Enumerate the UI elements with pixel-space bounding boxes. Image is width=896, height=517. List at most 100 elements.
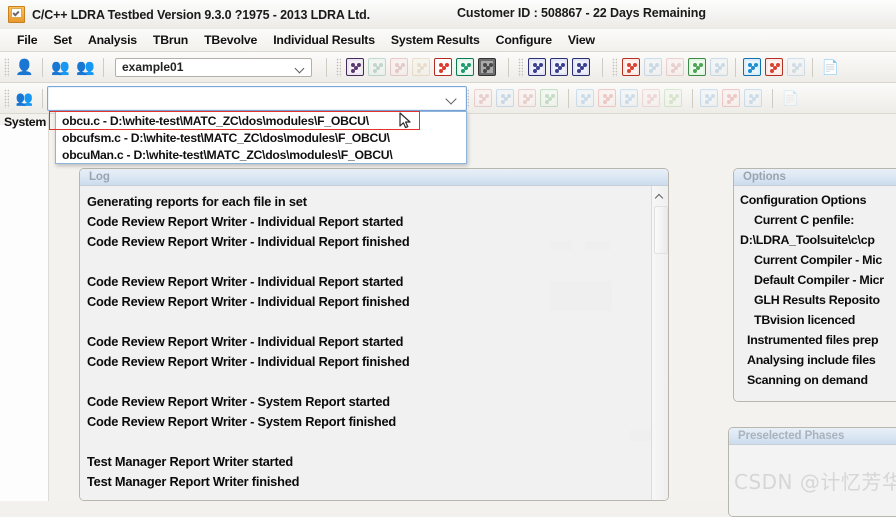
log-line: Code Review Report Writer - System Repor…	[87, 414, 397, 429]
add-set-icon[interactable]: 👥	[51, 58, 70, 77]
system-label: System	[4, 115, 46, 129]
toolbar-grip-icon[interactable]	[336, 57, 341, 77]
menu-item-view[interactable]: View	[560, 31, 603, 49]
system-dataflow-icon[interactable]	[518, 89, 536, 107]
toolbar-group-system-tools	[698, 89, 764, 107]
options-line: Instrumented files prep	[747, 333, 879, 347]
archive-icon[interactable]	[478, 58, 496, 76]
system-merge-icon[interactable]	[722, 89, 740, 107]
dropdown-option-obcuman[interactable]: obcuMan.c - D:\white-test\MATC_ZC\dos\mo…	[56, 147, 466, 164]
log-scrollbar[interactable]	[651, 186, 668, 500]
flowgraph-icon[interactable]	[644, 58, 662, 76]
toolbar-separator	[812, 57, 813, 77]
phases-panel-title: Preselected Phases	[729, 428, 896, 445]
toolbar-grip-icon[interactable]	[518, 57, 523, 77]
toolbar-separator	[42, 88, 43, 108]
customer-info: Customer ID : 508867 - 22 Days Remaining	[457, 6, 706, 20]
individual-report-icon[interactable]	[528, 58, 546, 76]
toolbar-group-system-run	[574, 89, 684, 107]
left-pane-shell	[0, 114, 49, 501]
options-line: Configuration Options	[740, 193, 867, 207]
log-line: Code Review Report Writer - Individual R…	[87, 214, 404, 229]
menu-item-tbrun[interactable]: TBrun	[145, 31, 196, 49]
delete-analysis-icon[interactable]	[434, 58, 452, 76]
quality-review-icon[interactable]	[456, 58, 474, 76]
checkbox-app-icon	[8, 6, 25, 23]
dynamic-analysis-icon[interactable]	[390, 58, 408, 76]
print-report-icon[interactable]: 📄	[821, 58, 840, 77]
structure-icon[interactable]	[688, 58, 706, 76]
options-panel-body: Configuration Options Current C penfile:…	[734, 186, 896, 401]
toolbar-group-analysis	[344, 58, 498, 76]
menu-item-set[interactable]: Set	[45, 31, 80, 49]
options-line: Current Compiler - Mic	[754, 253, 883, 267]
scrollbar-thumb[interactable]	[654, 206, 668, 254]
log-line: Code Review Report Writer - Individual R…	[87, 354, 410, 369]
toolbar-group-reports	[526, 58, 592, 76]
options-line: Current C penfile:	[754, 213, 855, 227]
barchart-icon[interactable]	[765, 58, 783, 76]
testbed-view-icon[interactable]	[743, 58, 761, 76]
menu-item-tbevolve[interactable]: TBevolve	[196, 31, 265, 49]
menu-item-system-results[interactable]: System Results	[383, 31, 488, 49]
preselected-phases-panel: Preselected Phases	[728, 427, 896, 517]
toolbar-grip-icon[interactable]	[4, 88, 9, 108]
menu-item-individual-results[interactable]: Individual Results	[265, 31, 383, 49]
dataflow-icon[interactable]	[666, 58, 684, 76]
title-bar: C/C++ LDRA Testbed Version 9.3.0 ?1975 -…	[0, 0, 896, 30]
coverage-analysis-icon[interactable]	[412, 58, 430, 76]
log-panel: Log Generating reports for each file in …	[79, 168, 669, 501]
menu-bar: File Set Analysis TBrun TBevolve Individ…	[0, 29, 896, 52]
toolbar-separator	[568, 88, 569, 108]
chevron-down-icon[interactable]	[296, 64, 305, 73]
system-callgraph-icon[interactable]	[474, 89, 492, 107]
toolbar-grip-icon[interactable]	[4, 57, 9, 77]
system-step-icon[interactable]	[664, 89, 682, 107]
options-line: D:\LDRA_Toolsuite\c\cp	[740, 233, 875, 247]
combined-report-icon[interactable]	[572, 58, 590, 76]
system-coverage-icon[interactable]	[576, 89, 594, 107]
options-line: TBvision licenced	[754, 313, 856, 327]
toolbar-primary: 👤 👥 👥 example01 📄	[0, 52, 896, 83]
toolbar-grip-icon[interactable]	[612, 57, 617, 77]
system-run-icon[interactable]	[598, 89, 616, 107]
toolbar-separator	[42, 57, 43, 77]
toolbar-separator	[103, 57, 104, 77]
system-report-icon[interactable]	[550, 58, 568, 76]
menu-item-file[interactable]: File	[9, 31, 45, 49]
complexity-analysis-icon[interactable]	[368, 58, 386, 76]
system-print-icon[interactable]: 📄	[781, 89, 800, 108]
system-set-icon[interactable]: 👥	[15, 89, 34, 108]
log-panel-body: Generating reports for each file in set …	[80, 186, 668, 500]
edit-set-icon[interactable]: 👥	[76, 58, 95, 77]
chevron-up-icon[interactable]	[656, 193, 663, 200]
options-line: GLH Results Reposito	[754, 293, 880, 307]
options-line: Scanning on demand	[747, 373, 868, 387]
toolbar-separator	[772, 88, 773, 108]
toolbar-separator	[326, 57, 327, 77]
log-line: Code Review Report Writer - Individual R…	[87, 334, 404, 349]
dropdown-option-obcufsm[interactable]: obcufsm.c - D:\white-test\MATC_ZC\dos\mo…	[56, 130, 466, 147]
system-export-icon[interactable]	[744, 89, 762, 107]
set-combo-box[interactable]: example01	[115, 57, 312, 77]
chevron-down-icon[interactable]	[446, 95, 457, 104]
file-combo-value	[48, 87, 466, 91]
callgraph-icon[interactable]	[622, 58, 640, 76]
open-set-icon[interactable]: 👤	[15, 58, 34, 77]
log-panel-title: Log	[80, 169, 668, 186]
system-compare-icon[interactable]	[700, 89, 718, 107]
static-analysis-icon[interactable]	[346, 58, 364, 76]
metrics-icon[interactable]	[710, 58, 728, 76]
system-structure-icon[interactable]	[540, 89, 558, 107]
menu-item-configure[interactable]: Configure	[488, 31, 560, 49]
system-play-icon[interactable]	[620, 89, 638, 107]
system-flowgraph-icon[interactable]	[496, 89, 514, 107]
file-combo-box[interactable]	[47, 86, 467, 111]
set-combo-value: example01	[122, 60, 184, 74]
system-next-icon[interactable]	[642, 89, 660, 107]
summary-icon[interactable]	[787, 58, 805, 76]
menu-item-analysis[interactable]: Analysis	[80, 31, 145, 49]
